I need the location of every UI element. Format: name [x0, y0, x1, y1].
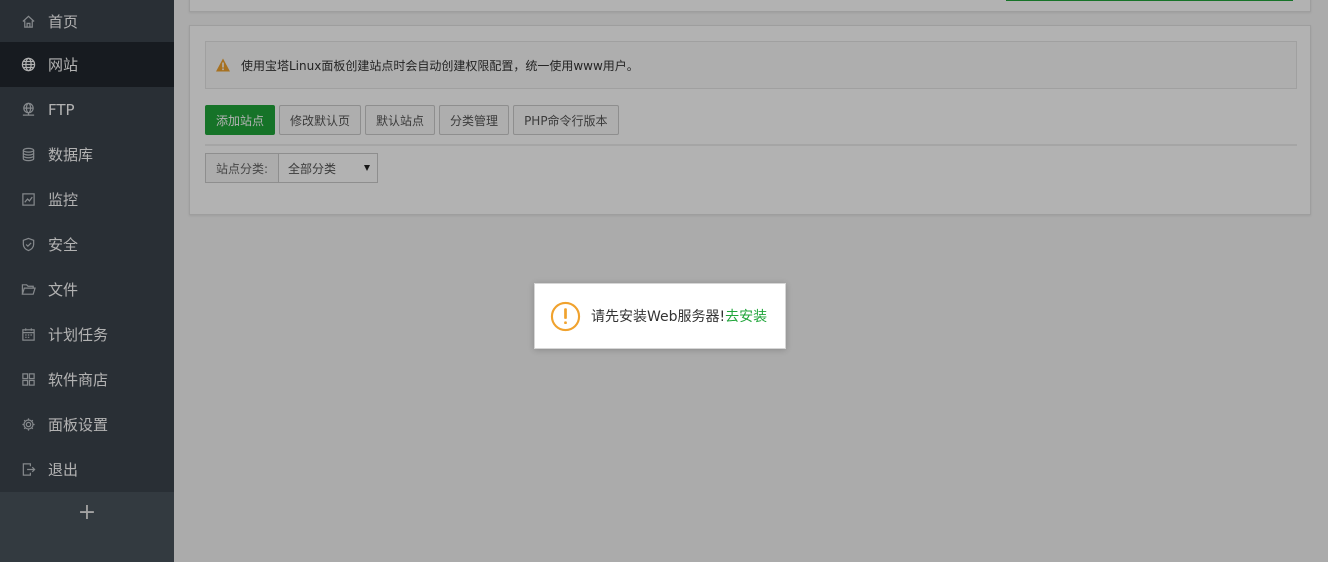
modal-overlay[interactable] [0, 0, 1328, 562]
dialog-message: 请先安装Web服务器! [591, 309, 726, 325]
install-web-server-dialog: 请先安装Web服务器! 去安装 [534, 283, 786, 349]
install-link[interactable]: 去安装 [725, 306, 767, 326]
exclamation-circle-icon [550, 301, 581, 331]
